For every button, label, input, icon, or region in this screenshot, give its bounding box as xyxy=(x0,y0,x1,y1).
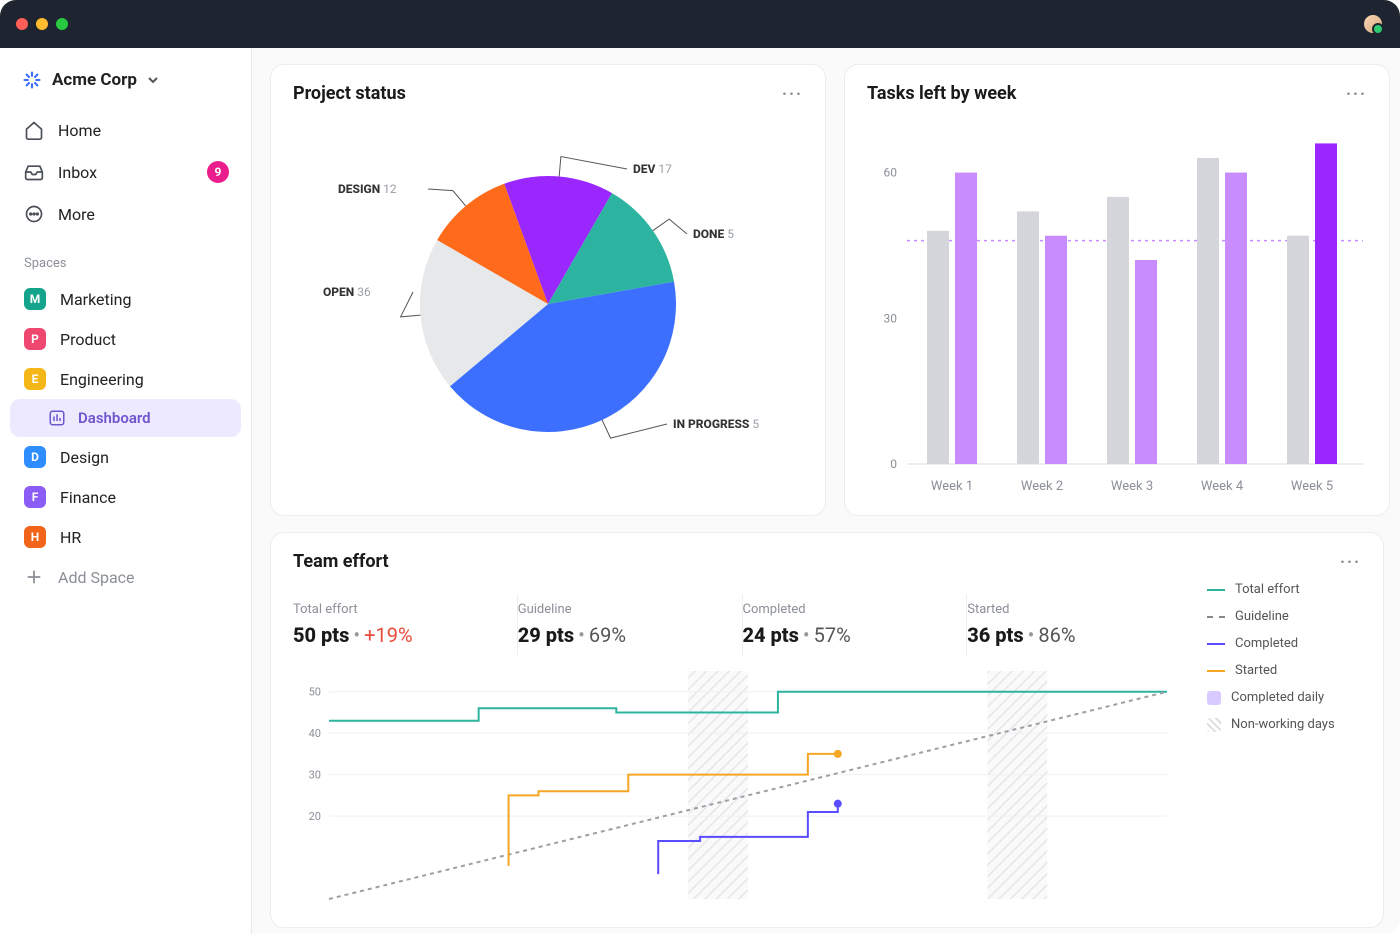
svg-text:60: 60 xyxy=(884,166,898,180)
space-icon: F xyxy=(24,486,46,508)
card-more-button[interactable]: ··· xyxy=(782,84,803,103)
kpi-value: 36 pts•86% xyxy=(967,623,1173,647)
space-item-engineering[interactable]: E Engineering xyxy=(10,359,241,399)
project-status-card: Project status ··· DEV 17 DONE 5 IN PROGRE… xyxy=(270,64,826,516)
card-title: Project status xyxy=(293,83,406,104)
legend-item: Started xyxy=(1207,663,1361,678)
space-label: Design xyxy=(60,448,109,467)
inbox-icon xyxy=(24,162,44,182)
svg-text:Week 4: Week 4 xyxy=(1201,479,1244,494)
kpi-label: Total effort xyxy=(293,602,499,617)
svg-text:Week 2: Week 2 xyxy=(1021,479,1063,494)
space-item-hr[interactable]: H HR xyxy=(10,517,241,557)
svg-text:IN PROGRESS 5: IN PROGRESS 5 xyxy=(673,417,759,431)
space-label: Finance xyxy=(60,488,116,507)
svg-text:0: 0 xyxy=(890,457,897,471)
kpi: Completed 24 pts•57% xyxy=(743,594,968,655)
kpi-value: 29 pts•69% xyxy=(518,623,724,647)
space-icon: M xyxy=(24,288,46,310)
minimize-window-button[interactable] xyxy=(36,18,48,30)
nav-home[interactable]: Home xyxy=(10,110,241,150)
space-item-product[interactable]: P Product xyxy=(10,319,241,359)
kpi: Total effort 50 pts•+19% xyxy=(293,594,518,655)
legend-item: Completed xyxy=(1207,636,1361,651)
workspace-icon xyxy=(22,70,42,90)
plus-icon xyxy=(24,567,44,587)
team-effort-chart: 20 30 40 50 xyxy=(293,665,1173,905)
kpi-label: Started xyxy=(967,602,1173,617)
kpi-label: Guideline xyxy=(518,602,724,617)
svg-text:30: 30 xyxy=(309,769,321,782)
legend-item: Guideline xyxy=(1207,609,1361,624)
svg-text:20: 20 xyxy=(309,810,321,823)
kpi: Started 36 pts•86% xyxy=(967,594,1191,655)
svg-text:DONE 5: DONE 5 xyxy=(693,227,734,241)
svg-text:DEV 17: DEV 17 xyxy=(633,162,672,176)
team-effort-legend: Total effort Guideline Completed Started… xyxy=(1191,582,1361,909)
legend-item: Total effort xyxy=(1207,582,1361,597)
card-more-button[interactable]: ··· xyxy=(1346,84,1367,103)
space-subentry-dashboard[interactable]: Dashboard xyxy=(10,399,241,437)
svg-text:30: 30 xyxy=(884,311,898,325)
nav-label: Home xyxy=(58,121,101,140)
space-label: Marketing xyxy=(60,290,131,309)
nav-label: Inbox xyxy=(58,163,97,182)
main-content: Project status ··· DEV 17 DONE 5 IN PROGRE… xyxy=(252,48,1400,934)
user-avatar[interactable] xyxy=(1362,13,1384,35)
space-item-design[interactable]: D Design xyxy=(10,437,241,477)
svg-text:40: 40 xyxy=(309,727,321,740)
space-icon: E xyxy=(24,368,46,390)
nav-label: More xyxy=(58,205,95,224)
spaces-heading: Spaces xyxy=(10,234,241,279)
space-item-marketing[interactable]: M Marketing xyxy=(10,279,241,319)
svg-text:50: 50 xyxy=(309,686,321,699)
space-icon: D xyxy=(24,446,46,468)
home-icon xyxy=(24,120,44,140)
svg-text:OPEN 36: OPEN 36 xyxy=(323,285,371,299)
space-icon: P xyxy=(24,328,46,350)
space-label: Product xyxy=(60,330,116,349)
workspace-switcher[interactable]: Acme Corp xyxy=(10,60,241,100)
team-effort-card: Team effort ··· Total effort 50 pts•+19% G… xyxy=(270,532,1384,928)
sidebar: Acme Corp Home Inbox 9 More Spaces xyxy=(0,48,252,934)
space-label: HR xyxy=(60,528,81,547)
tasks-left-chart: 0 30 60 Week 1 Week 2 Week 3 Week 4 Week 5 xyxy=(867,114,1367,504)
nav-inbox[interactable]: Inbox 9 xyxy=(10,152,241,192)
tasks-left-card: Tasks left by week ··· 0 30 60 Week 1 Week 2… xyxy=(844,64,1390,516)
add-space-label: Add Space xyxy=(58,568,135,587)
add-space-button[interactable]: Add Space xyxy=(10,557,241,597)
svg-text:Week 5: Week 5 xyxy=(1291,479,1333,494)
project-status-pie: DEV 17 DONE 5 IN PROGRESS 5 OPEN 36 DESIGN 1… xyxy=(293,129,803,469)
kpi-value: 24 pts•57% xyxy=(743,623,949,647)
dashboard-icon xyxy=(48,409,66,427)
legend-item: Non-working days xyxy=(1207,717,1361,732)
kpi-label: Completed xyxy=(743,602,949,617)
kpi: Guideline 29 pts•69% xyxy=(518,594,743,655)
svg-text:Week 1: Week 1 xyxy=(931,479,973,494)
maximize-window-button[interactable] xyxy=(56,18,68,30)
close-window-button[interactable] xyxy=(16,18,28,30)
window-titlebar xyxy=(0,0,1400,48)
space-item-finance[interactable]: F Finance xyxy=(10,477,241,517)
workspace-name: Acme Corp xyxy=(52,70,137,90)
svg-text:DESIGN 12: DESIGN 12 xyxy=(338,182,397,196)
traffic-lights xyxy=(16,18,68,30)
chevron-down-icon xyxy=(147,74,159,86)
card-more-button[interactable]: ··· xyxy=(1340,552,1361,571)
inbox-badge: 9 xyxy=(207,161,229,183)
space-icon: H xyxy=(24,526,46,548)
svg-text:Week 3: Week 3 xyxy=(1111,479,1153,494)
kpi-value: 50 pts•+19% xyxy=(293,623,499,647)
nav-more[interactable]: More xyxy=(10,194,241,234)
legend-item: Completed daily xyxy=(1207,690,1361,705)
space-label: Engineering xyxy=(60,370,144,389)
card-title: Tasks left by week xyxy=(867,83,1016,104)
subentry-label: Dashboard xyxy=(78,409,151,427)
card-title: Team effort xyxy=(293,551,389,572)
more-icon xyxy=(24,204,44,224)
